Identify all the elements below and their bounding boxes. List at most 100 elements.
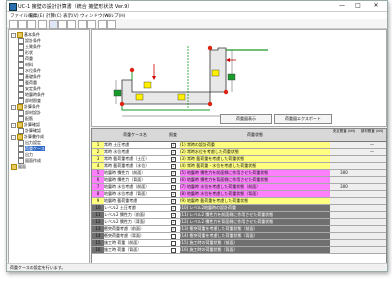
tree-item[interactable]: - 計算条件 bbox=[11, 104, 40, 110]
load-state-description: (5) 地震時 慣性力を前面側に作用させた荷重状態 bbox=[180, 170, 331, 176]
include-checkbox[interactable] bbox=[171, 248, 176, 253]
table-row[interactable]: 6 地震時 慣性力（背面） ✓ (6) 地震時 慣性力を背面側に作用させた荷重状態 bbox=[92, 177, 386, 184]
include-checkbox[interactable] bbox=[171, 241, 176, 246]
table-row[interactable]: 3 常時 載荷重考慮（土圧） ✓ (3) 常時 載荷重を考慮した荷重状態 bbox=[92, 156, 386, 163]
app-window: UC-1 擁壁の設計計算書（統合 擁壁形状法 Ver.9） — □ ✕ ファイル… bbox=[6, 0, 388, 272]
tree-item[interactable]: 配筋 bbox=[18, 116, 33, 122]
load-case-name: 常時 載荷重考慮（水位） bbox=[104, 163, 167, 169]
tree-item[interactable]: 基礎条件 bbox=[18, 74, 41, 80]
table-row[interactable]: 1 常時 土圧考慮 ✓ (1) 常時の設計荷重 — bbox=[92, 142, 386, 149]
tree-item[interactable]: 材料 bbox=[18, 62, 33, 68]
member-value bbox=[358, 198, 386, 204]
check-cell bbox=[166, 240, 181, 246]
undo-icon[interactable] bbox=[78, 20, 87, 29]
table-row[interactable]: 2 常時 水位考慮 ✓ (2) 常時水位を考慮した荷重状態 — bbox=[92, 149, 386, 156]
include-checkbox[interactable]: ✓ bbox=[171, 164, 176, 169]
tree-item[interactable]: 載荷重 bbox=[18, 80, 37, 86]
tree-item[interactable]: 安定条件 bbox=[18, 86, 41, 92]
save-icon[interactable] bbox=[27, 20, 36, 29]
show-load-diagram-button[interactable]: 荷重図表示 bbox=[220, 114, 272, 124]
tree-item[interactable]: 部材照査 bbox=[18, 98, 41, 104]
help-icon[interactable] bbox=[107, 20, 116, 29]
tree-item-label: 基本条件 bbox=[24, 32, 40, 37]
column-header-check: 照査 bbox=[166, 129, 181, 142]
include-checkbox[interactable]: ✓ bbox=[171, 220, 176, 225]
member-value bbox=[358, 247, 386, 253]
tree-item[interactable]: 出力 bbox=[18, 152, 33, 158]
tree-item-label: 図面 bbox=[18, 164, 26, 169]
include-checkbox[interactable]: ✓ bbox=[171, 206, 176, 211]
close-button[interactable]: ✕ bbox=[369, 2, 383, 10]
tree-item[interactable]: 荷重ケース bbox=[18, 146, 45, 152]
include-checkbox[interactable]: ✓ bbox=[171, 143, 176, 148]
load-case-name: 地震時 慣性力（前面） bbox=[104, 170, 167, 176]
tree-item[interactable]: 水位条件 bbox=[18, 68, 41, 74]
table-row[interactable]: 5 地震時 慣性力（前面） ✓ (5) 地震時 慣性力を前面側に作用させた荷重状態 30… bbox=[92, 170, 386, 177]
load-case-name: 衝突荷重考慮（前面） bbox=[104, 226, 167, 232]
column-header-member: 部材照査 (kN) bbox=[358, 129, 386, 142]
table-row[interactable]: 12 レベル2 慣性力（背面） ✓ (12) レベル2 慣性力を背面側に作用させた荷重… bbox=[92, 219, 386, 226]
stability-value bbox=[330, 191, 359, 197]
check-cell: ✓ bbox=[166, 142, 181, 148]
tree-item-label: 出力 bbox=[25, 152, 33, 157]
tree-item[interactable]: 部材設計 bbox=[18, 110, 41, 116]
export-load-diagram-button[interactable]: 荷重図エクスポート bbox=[274, 114, 332, 124]
collapse-icon[interactable]: - bbox=[11, 32, 16, 38]
table-row[interactable]: 9 地震時 載荷重考慮 ✓ (9) 地震時 載荷重を考慮した荷重状態 bbox=[92, 198, 386, 205]
tree-item[interactable]: 形状 bbox=[18, 50, 33, 56]
include-checkbox[interactable]: ✓ bbox=[171, 213, 176, 218]
member-value: — bbox=[358, 149, 386, 155]
tree-item[interactable]: 計算確認 bbox=[18, 128, 41, 134]
load-case-name: 常時 土圧考慮 bbox=[104, 142, 167, 148]
include-checkbox[interactable]: ✓ bbox=[171, 150, 176, 155]
tree-item[interactable]: 出力設定 bbox=[18, 140, 41, 146]
print-icon[interactable] bbox=[38, 20, 47, 29]
node-marker bbox=[207, 45, 213, 51]
include-checkbox[interactable]: ✓ bbox=[171, 227, 176, 232]
calc-icon[interactable] bbox=[98, 20, 107, 29]
tree-item[interactable]: - 計算書作成 bbox=[11, 134, 44, 140]
maximize-button[interactable]: □ bbox=[351, 2, 365, 10]
collapse-icon[interactable]: - bbox=[11, 134, 16, 140]
include-checkbox[interactable]: ✓ bbox=[171, 185, 176, 190]
minimize-button[interactable]: — bbox=[335, 2, 349, 10]
collapse-icon[interactable]: - bbox=[11, 122, 16, 128]
stability-value bbox=[330, 142, 359, 148]
check-cell: ✓ bbox=[166, 226, 181, 232]
paste-icon[interactable] bbox=[67, 20, 76, 29]
table-row[interactable]: 4 常時 載荷重考慮（水位） ✓ (4) 常時 載荷重・水位を考慮した荷重状態 bbox=[92, 163, 386, 170]
table-row[interactable]: 7 地震時 水位考慮（前面） ✓ (7) 地震時 水位を考慮した荷重状態（前面） 300 bbox=[92, 184, 386, 191]
tree-item[interactable]: 設計条件 bbox=[18, 38, 41, 44]
table-row[interactable]: 8 地震時 水位考慮（背面） ✓ (8) 地震時 水位を考慮した荷重状態（背面） bbox=[92, 191, 386, 198]
copy-icon[interactable] bbox=[58, 20, 67, 29]
tree-item[interactable]: 荷重 bbox=[18, 56, 33, 62]
table-row[interactable]: 14 衝突荷重考慮（背面） (14) 衝突荷重を考慮した荷重状態（背面） bbox=[92, 233, 386, 240]
redo-icon[interactable] bbox=[87, 20, 96, 29]
tree-item[interactable]: - 基本条件 bbox=[11, 32, 40, 38]
table-row[interactable]: 13 衝突荷重考慮（前面） ✓ (13) 衝突荷重を考慮した荷重状態（前面） bbox=[92, 226, 386, 233]
open-icon[interactable] bbox=[18, 20, 27, 29]
cut-icon[interactable] bbox=[49, 20, 58, 29]
tree-item[interactable]: 地震時条件 bbox=[18, 92, 45, 98]
stability-value bbox=[330, 163, 359, 169]
tree-item[interactable]: 土質条件 bbox=[18, 44, 41, 50]
include-checkbox[interactable]: ✓ bbox=[171, 171, 176, 176]
table-row[interactable]: 10 レベル2 土圧考慮 ✓ (10) レベル2地震時の設計荷重 bbox=[92, 205, 386, 212]
collapse-icon[interactable]: - bbox=[11, 104, 16, 110]
include-checkbox[interactable]: ✓ bbox=[171, 199, 176, 204]
check-cell: ✓ bbox=[166, 149, 181, 155]
load-state-description: (9) 地震時 載荷重を考慮した荷重状態 bbox=[180, 198, 331, 204]
tree-item[interactable]: 図面 bbox=[11, 164, 26, 170]
include-checkbox[interactable]: ✓ bbox=[171, 192, 176, 197]
include-checkbox[interactable]: ✓ bbox=[171, 157, 176, 162]
table-row[interactable]: 11 レベル2 慣性力（前面） ✓ (11) レベル2 慣性力を前面側に作用させた荷重… bbox=[92, 212, 386, 219]
member-value bbox=[358, 212, 386, 218]
include-checkbox[interactable] bbox=[171, 234, 176, 239]
table-row[interactable]: 15 施工時 荷重（前面） (15) 施工時の荷重状態（前面） bbox=[92, 240, 386, 247]
include-checkbox[interactable]: ✓ bbox=[171, 178, 176, 183]
check-cell: ✓ bbox=[166, 212, 181, 218]
table-row[interactable]: 16 施工時 荷重（背面） (16) 施工時の荷重状態（背面） bbox=[92, 247, 386, 254]
new-icon[interactable] bbox=[9, 20, 18, 29]
tree-item[interactable]: 図面作成 bbox=[18, 158, 41, 164]
tree-item[interactable]: - 計算確認 bbox=[11, 122, 40, 128]
